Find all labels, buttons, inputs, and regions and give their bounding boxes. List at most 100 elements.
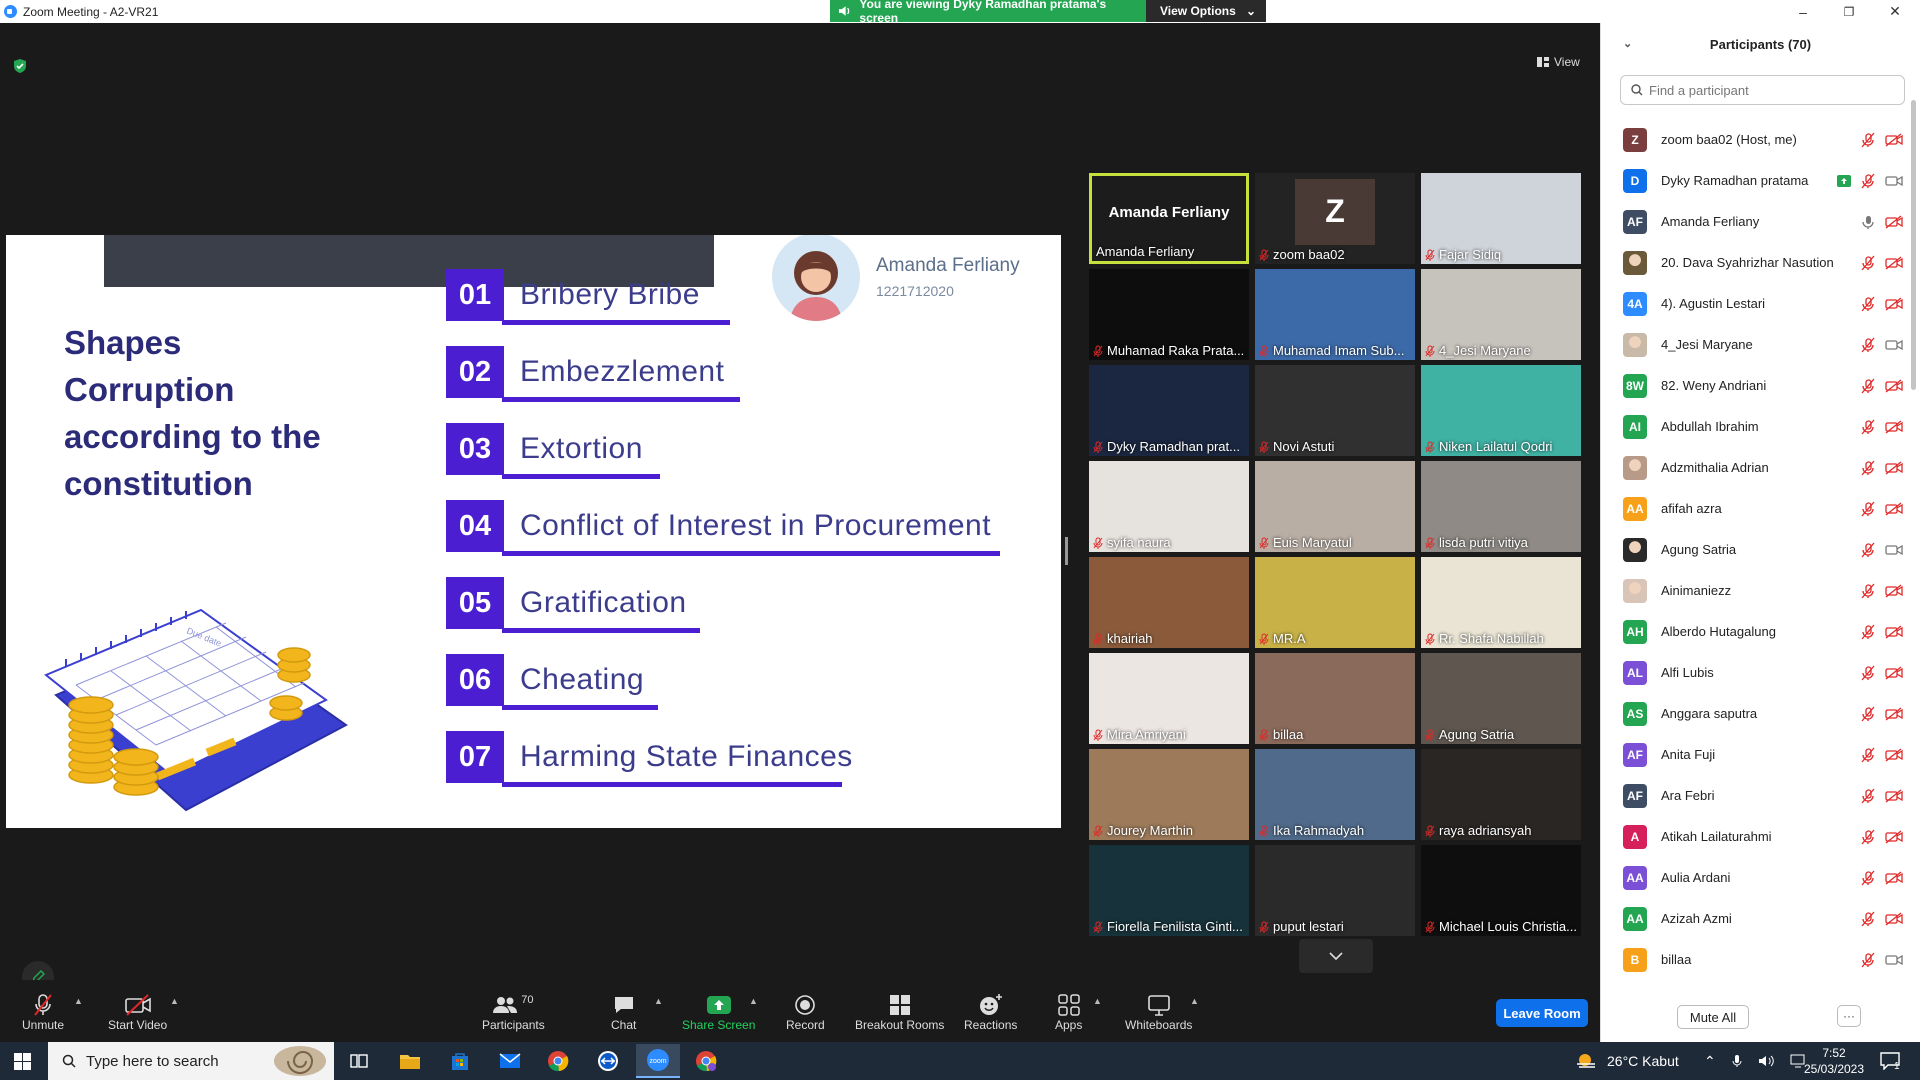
video-off-icon[interactable] [1885, 912, 1903, 926]
participant-row[interactable]: AA Azizah Azmi [1601, 898, 1911, 939]
whiteboards-button[interactable]: Whiteboards [1125, 992, 1192, 1032]
zoom-taskbar-icon[interactable]: zoom [636, 1044, 680, 1078]
participant-row[interactable]: AF Amanda Ferliany [1601, 201, 1911, 242]
participant-row[interactable]: Ainimaniezz [1601, 570, 1911, 611]
participant-video-tile[interactable]: Zzoom baa02 [1255, 173, 1415, 264]
chrome-profile-icon[interactable] [687, 1047, 725, 1075]
video-off-icon[interactable] [1885, 584, 1903, 598]
chat-button[interactable]: Chat [611, 992, 636, 1032]
record-button[interactable]: Record [786, 992, 825, 1032]
microsoft-store-icon[interactable] [441, 1047, 479, 1075]
video-off-icon[interactable] [1885, 625, 1903, 639]
participant-video-tile[interactable]: lisda putri vitiya [1421, 461, 1581, 552]
mute-all-button[interactable]: Mute All [1677, 1005, 1749, 1029]
video-off-icon[interactable] [1885, 215, 1903, 229]
participant-video-tile[interactable]: Agung Satria [1421, 653, 1581, 744]
video-off-icon[interactable] [1885, 379, 1903, 393]
participant-row[interactable]: Bbillaa [1601, 939, 1911, 980]
video-off-icon[interactable] [1885, 666, 1903, 680]
breakout-rooms-button[interactable]: Breakout Rooms [855, 992, 944, 1032]
weather-widget[interactable]: 26°C Kabut [1575, 1042, 1679, 1080]
more-options-button[interactable]: ··· [1837, 1005, 1861, 1027]
video-off-icon[interactable] [1885, 789, 1903, 803]
close-button[interactable]: ✕ [1872, 0, 1918, 23]
clock[interactable]: 7:52 25/03/2023 [1802, 1045, 1866, 1077]
mail-icon[interactable] [491, 1047, 529, 1075]
mic-muted-icon[interactable] [1861, 132, 1875, 148]
whiteboard-options-caret-icon[interactable]: ▲ [1190, 996, 1199, 1006]
participant-row[interactable]: AF Anita Fuji [1601, 734, 1911, 775]
reactions-button[interactable]: Reactions [964, 992, 1017, 1032]
volume-icon[interactable] [1758, 1054, 1774, 1068]
apps-options-caret-icon[interactable]: ▲ [1093, 996, 1102, 1006]
mic-muted-icon[interactable] [1861, 378, 1875, 394]
video-on-icon[interactable] [1885, 543, 1903, 557]
video-off-icon[interactable] [1885, 297, 1903, 311]
participant-video-tile[interactable]: Niken Lailatul Qodri [1421, 365, 1581, 456]
participant-video-tile[interactable]: Ika Rahmadyah [1255, 749, 1415, 840]
mic-muted-icon[interactable] [1861, 501, 1875, 517]
unmute-button[interactable]: Unmute [22, 992, 64, 1032]
video-options-caret-icon[interactable]: ▲ [170, 996, 179, 1006]
participant-row[interactable]: 8W 82. Weny Andriani [1601, 365, 1911, 406]
participant-row[interactable]: Zzoom baa02 (Host, me) [1601, 119, 1911, 160]
participant-video-tile[interactable]: Rr. Shafa Nabillah [1421, 557, 1581, 648]
minimize-button[interactable]: – [1780, 0, 1826, 23]
participant-row[interactable]: AH Alberdo Hutagalung [1601, 611, 1911, 652]
participant-row[interactable]: Adzmithalia Adrian [1601, 447, 1911, 488]
participant-row[interactable]: AL Alfi Lubis [1601, 652, 1911, 693]
mic-muted-icon[interactable] [1861, 911, 1875, 927]
participant-row[interactable]: A Atikah Lailaturahmi [1601, 816, 1911, 857]
view-options-button[interactable]: View Options ⌄ [1146, 0, 1266, 22]
leave-room-button[interactable]: Leave Room [1496, 999, 1588, 1027]
participant-video-tile[interactable]: Euis Maryatul [1255, 461, 1415, 552]
microphone-tray-icon[interactable] [1732, 1054, 1742, 1068]
participant-video-tile[interactable]: Fiorella Fenilista Ginti... [1089, 845, 1249, 936]
participant-search-input[interactable]: Find a participant [1620, 75, 1905, 105]
mic-muted-icon[interactable] [1861, 255, 1875, 271]
mic-muted-icon[interactable] [1861, 542, 1875, 558]
participant-row[interactable]: Agung Satria [1601, 529, 1911, 570]
participant-video-tile[interactable]: Dyky Ramadhan prat... [1089, 365, 1249, 456]
mic-muted-icon[interactable] [1861, 296, 1875, 312]
participant-video-tile[interactable]: Michael Louis Christia... [1421, 845, 1581, 936]
chrome-icon[interactable] [539, 1047, 577, 1075]
file-explorer-icon[interactable] [391, 1047, 429, 1075]
mic-muted-icon[interactable] [1861, 460, 1875, 476]
audio-options-caret-icon[interactable]: ▲ [74, 996, 83, 1006]
mic-muted-icon[interactable] [1861, 624, 1875, 640]
teamviewer-icon[interactable] [589, 1047, 627, 1075]
mic-muted-icon[interactable] [1861, 706, 1875, 722]
participant-video-tile[interactable]: Muhamad Imam Sub... [1255, 269, 1415, 360]
panel-splitter[interactable] [1065, 537, 1068, 565]
participant-video-tile[interactable]: Amanda Ferliany Amanda Ferliany [1089, 173, 1249, 264]
video-on-icon[interactable] [1885, 174, 1903, 188]
mic-muted-icon[interactable] [1861, 173, 1875, 189]
participant-row[interactable]: 4_Jesi Maryane [1601, 324, 1911, 365]
notifications-button[interactable]: 1 [1880, 1042, 1900, 1080]
collapse-chevron-icon[interactable]: ⌄ [1623, 37, 1632, 50]
task-view-icon[interactable] [340, 1047, 378, 1075]
participant-video-tile[interactable]: syifa naura [1089, 461, 1249, 552]
mic-muted-icon[interactable] [1861, 870, 1875, 886]
gallery-next-page-button[interactable] [1299, 939, 1373, 973]
maximize-button[interactable]: ❐ [1826, 0, 1872, 23]
participant-video-tile[interactable]: puput lestari [1255, 845, 1415, 936]
windows-start-icon[interactable] [14, 1053, 31, 1070]
mic-muted-icon[interactable] [1861, 337, 1875, 353]
participant-video-tile[interactable]: Novi Astuti [1255, 365, 1415, 456]
video-off-icon[interactable] [1885, 256, 1903, 270]
mic-muted-icon[interactable] [1861, 583, 1875, 599]
chat-options-caret-icon[interactable]: ▲ [654, 996, 663, 1006]
participant-row[interactable]: D Dyky Ramadhan pratama [1601, 160, 1911, 201]
video-off-icon[interactable] [1885, 420, 1903, 434]
share-screen-button[interactable]: Share Screen [682, 992, 755, 1032]
participant-video-tile[interactable]: billaa [1255, 653, 1415, 744]
participant-video-tile[interactable]: Jourey Marthin [1089, 749, 1249, 840]
participant-row[interactable]: 4A 4). Agustin Lestari [1601, 283, 1911, 324]
participant-video-tile[interactable]: 4_Jesi Maryane [1421, 269, 1581, 360]
participant-video-tile[interactable]: MR.A [1255, 557, 1415, 648]
video-off-icon[interactable] [1885, 461, 1903, 475]
taskbar-search-input[interactable]: Type here to search [48, 1042, 334, 1080]
mic-muted-icon[interactable] [1861, 419, 1875, 435]
